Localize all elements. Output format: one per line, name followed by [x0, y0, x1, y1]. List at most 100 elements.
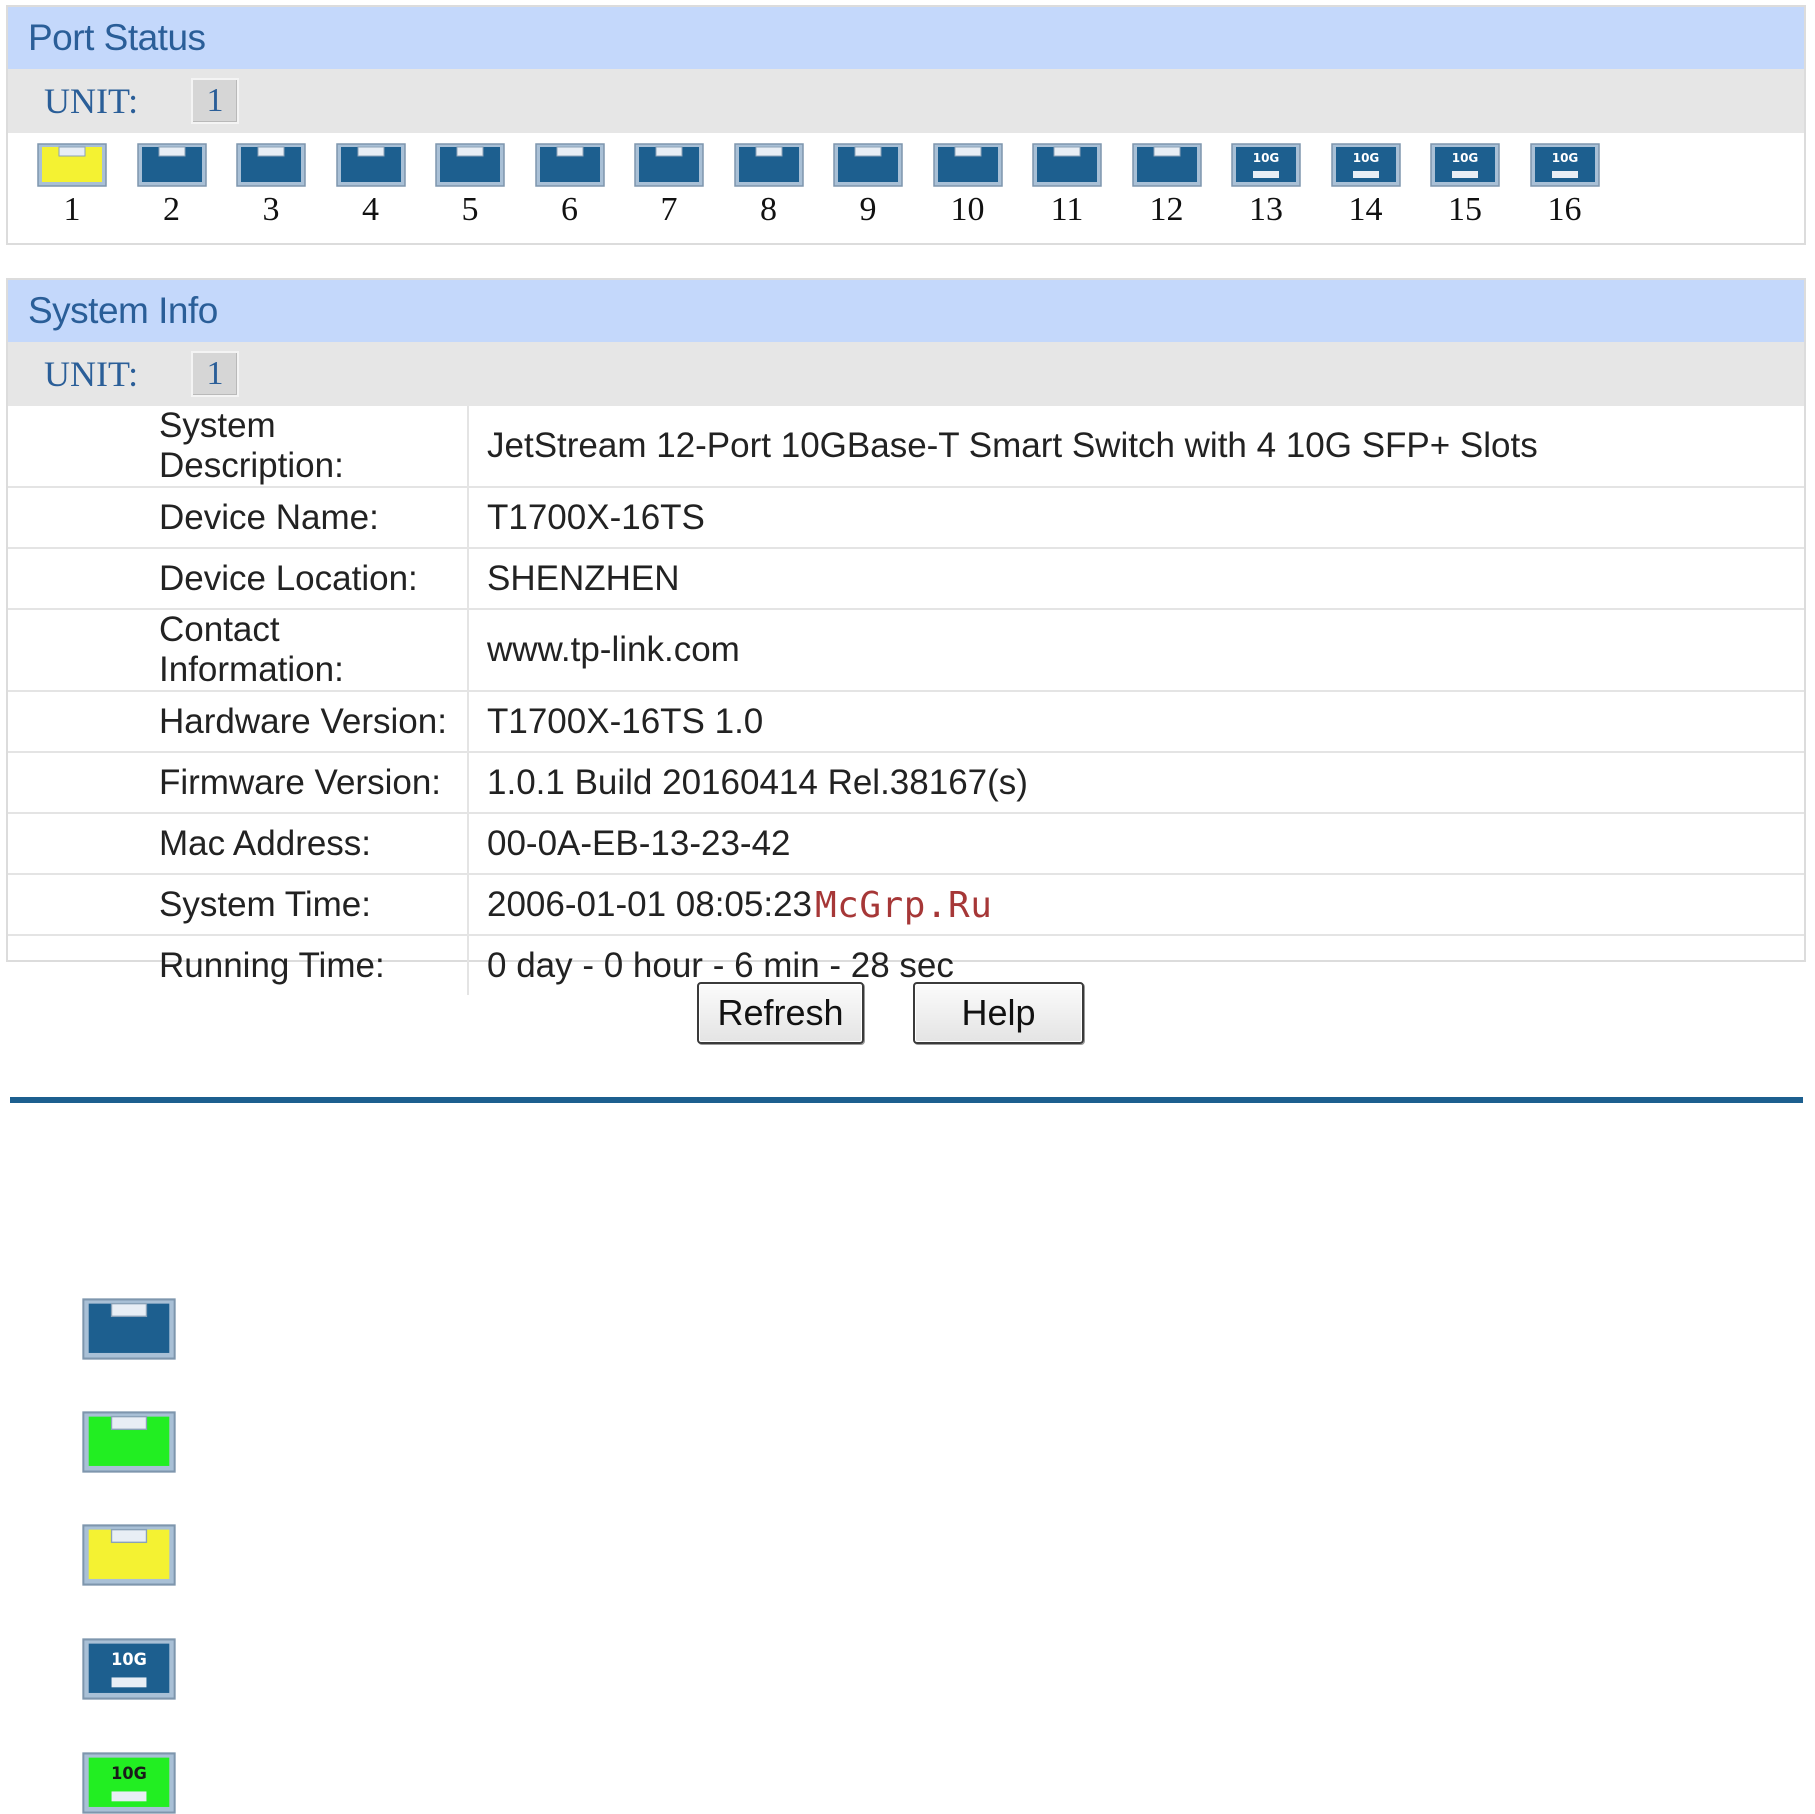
port-icon	[733, 143, 804, 187]
mac-address-value: 00-0A-EB-13-23-42	[468, 812, 1804, 874]
table-row: Device Name: T1700X-16TS	[8, 486, 1804, 548]
system-info-unit-bar: UNIT: 1	[8, 342, 1804, 406]
port-status-title: Port Status	[8, 7, 1804, 69]
port-13[interactable]: 10G 13	[1229, 143, 1303, 233]
sfp-port-down-icon: 10G	[82, 1638, 176, 1700]
port-10[interactable]: 10	[931, 143, 1005, 233]
mac-address-label: Mac Address:	[8, 812, 469, 874]
device-name-value: T1700X-16TS	[468, 486, 1804, 548]
port-number: 7	[660, 191, 678, 228]
port-icon	[932, 143, 1003, 187]
port-number: 13	[1249, 191, 1283, 228]
port-number: 5	[461, 191, 479, 228]
unit-selector[interactable]: 1	[191, 78, 239, 124]
port-7[interactable]: 7	[632, 143, 706, 233]
running-time-value: 0 day - 0 hour - 6 min - 28 sec	[468, 934, 1804, 995]
system-info-panel: System Info UNIT: 1 System Description: …	[6, 278, 1806, 995]
port-6[interactable]: 6	[533, 143, 607, 233]
running-time-label: Running Time:	[8, 934, 469, 995]
unit-label: UNIT:	[44, 354, 139, 394]
firmware-version-value: 1.0.1 Build 20160414 Rel.38167(s)	[468, 751, 1804, 813]
contact-information-label: Contact Information:	[8, 608, 469, 691]
port-number: 11	[1050, 191, 1084, 228]
unit-label: UNIT:	[44, 81, 139, 121]
port-selected-icon	[37, 143, 107, 187]
table-row: Mac Address: 00-0A-EB-13-23-42	[8, 812, 1804, 874]
contact-information-value: www.tp-link.com	[468, 608, 1804, 691]
port-icon	[236, 143, 306, 187]
sfp-port-icon: 10G	[1330, 143, 1401, 187]
port-15[interactable]: 10G 15	[1428, 143, 1502, 233]
sfp-port-link-up-icon: 10G	[82, 1752, 176, 1814]
system-time-value: 2006-01-01 08:05:23	[468, 873, 1804, 935]
port-number: 12	[1149, 191, 1184, 228]
ports-row: 1 2 3 4 5 6 7 8 9 10 11 12 10G 13 10G 14 10G 15 10G 16	[8, 133, 1804, 241]
sfp-port-icon: 10G	[1231, 143, 1301, 187]
table-row: Contact Information: www.tp-link.com	[8, 608, 1804, 691]
port-icon	[634, 143, 704, 187]
table-row: Running Time: 0 day - 0 hour - 6 min - 2…	[8, 934, 1804, 995]
sfp-speed-label: 10G	[1352, 151, 1379, 165]
sfp-speed-label: 10G	[1253, 151, 1280, 165]
device-location-value: SHENZHEN	[468, 547, 1804, 609]
port-11[interactable]: 11	[1030, 143, 1104, 233]
port-number: 2	[163, 191, 180, 228]
port-icon	[136, 143, 207, 187]
port-number: 4	[362, 191, 379, 228]
port-icon	[1032, 143, 1102, 187]
table-row: Hardware Version: T1700X-16TS 1.0	[8, 690, 1804, 752]
port-status-panel: Port Status UNIT: 1 1 2 3 4 5 6 7 8 9 10 11 12 10G 13…	[6, 5, 1806, 245]
system-time-label: System Time:	[8, 873, 469, 935]
sfp-speed-label: 10G	[111, 1649, 147, 1668]
port-2[interactable]: 2	[135, 143, 209, 233]
table-row: Device Location: SHENZHEN	[8, 547, 1804, 609]
firmware-version-label: Firmware Version:	[8, 751, 469, 813]
port-8[interactable]: 8	[732, 143, 806, 233]
hardware-version-label: Hardware Version:	[8, 690, 469, 752]
port-number: 3	[262, 191, 280, 228]
port-down-icon	[82, 1298, 176, 1360]
port-number: 15	[1448, 191, 1482, 228]
divider	[10, 1097, 1803, 1103]
sfp-speed-label: 10G	[1452, 151, 1479, 165]
port-status-unit-bar: UNIT: 1	[8, 69, 1804, 133]
port-12[interactable]: 12	[1130, 143, 1204, 233]
port-number: 10	[950, 191, 985, 228]
system-info-title: System Info	[8, 280, 1804, 342]
table-row: System Description: JetStream 12-Port 10…	[8, 406, 1804, 487]
port-icon	[335, 143, 406, 187]
port-number: 16	[1547, 191, 1582, 228]
table-row: Firmware Version: 1.0.1 Build 20160414 R…	[8, 751, 1804, 813]
port-4[interactable]: 4	[334, 143, 408, 233]
port-number: 14	[1348, 191, 1383, 228]
sfp-port-icon: 10G	[1430, 143, 1500, 187]
port-icon	[833, 143, 903, 187]
port-selected-icon	[82, 1524, 176, 1586]
port-16[interactable]: 10G 16	[1528, 143, 1602, 233]
port-icon	[1131, 143, 1202, 187]
port-number: 6	[561, 191, 578, 228]
port-1[interactable]: 1	[35, 143, 109, 233]
port-9[interactable]: 9	[831, 143, 905, 233]
port-icon	[534, 143, 605, 187]
watermark: McGrp.Ru	[815, 885, 993, 926]
unit-selector[interactable]: 1	[191, 351, 239, 397]
port-number: 8	[760, 191, 777, 228]
port-3[interactable]: 3	[234, 143, 308, 233]
port-link-up-icon	[82, 1411, 176, 1473]
refresh-button[interactable]: Refresh	[697, 982, 864, 1044]
port-14[interactable]: 10G 14	[1329, 143, 1403, 233]
port-number: 9	[859, 191, 877, 228]
system-description-value: JetStream 12-Port 10GBase-T Smart Switch…	[487, 426, 1538, 465]
sfp-port-icon: 10G	[1529, 143, 1600, 187]
device-location-label: Device Location:	[8, 547, 469, 609]
device-name-label: Device Name:	[8, 486, 469, 548]
port-5[interactable]: 5	[433, 143, 507, 233]
port-icon	[435, 143, 505, 187]
system-description-label: System Description:	[8, 406, 469, 487]
help-button[interactable]: Help	[913, 982, 1084, 1044]
port-number: 1	[63, 191, 81, 228]
hardware-version-value: T1700X-16TS 1.0	[468, 690, 1804, 752]
sfp-speed-label: 10G	[1551, 151, 1578, 165]
sfp-speed-label: 10G	[111, 1763, 147, 1782]
